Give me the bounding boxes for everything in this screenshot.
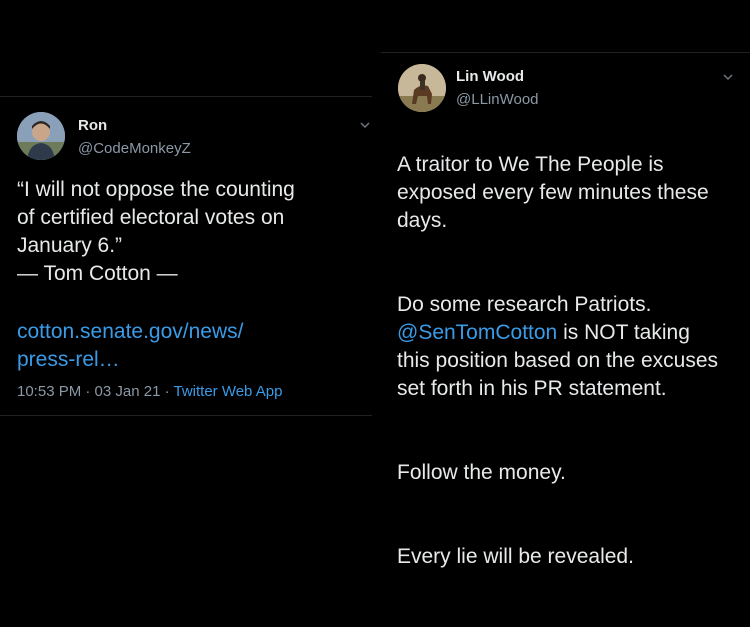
profile-photo-icon: [398, 64, 446, 112]
chevron-down-icon[interactable]: [358, 118, 372, 132]
tweet-paragraph: A traitor to We The People is exposed ev…: [397, 153, 709, 232]
avatar[interactable]: [398, 64, 446, 112]
tweet-paragraph: Every lie will be revealed.: [397, 545, 634, 568]
tweet-timestamp[interactable]: 10:53 PM · 03 Jan 21 ·: [17, 383, 173, 400]
tweet-card-lin-wood[interactable]: Lin Wood @LLinWood A traitor to We The P…: [381, 52, 750, 568]
tweet-source-app[interactable]: Twitter Web App: [173, 383, 282, 400]
tweet-card-ron[interactable]: Ron @CodeMonkeyZ “I will not oppose the …: [0, 96, 372, 416]
author-name[interactable]: Lin Wood: [456, 68, 524, 85]
tweet-text: A traitor to We The People is exposed ev…: [397, 123, 742, 627]
tweet-paragraph-intro: Do some research Patriots.: [397, 293, 652, 316]
tweet-meta: 10:53 PM · 03 Jan 21 · Twitter Web App: [17, 383, 282, 400]
tweet-paragraph: Follow the money.: [397, 461, 566, 484]
profile-photo-icon: [17, 112, 65, 160]
tweet-text: “I will not oppose the counting of certi…: [17, 178, 295, 285]
author-handle[interactable]: @CodeMonkeyZ: [78, 140, 191, 157]
author-name[interactable]: Ron: [78, 117, 107, 134]
chevron-down-icon[interactable]: [721, 70, 735, 84]
tweet-paragraph: Do some research Patriots. @SenTomCotton…: [397, 291, 742, 403]
mention-link[interactable]: @SenTomCotton: [397, 321, 557, 344]
avatar[interactable]: [17, 112, 65, 160]
tweet-link[interactable]: cotton.senate.gov/news/ press-rel…: [17, 318, 357, 374]
author-handle[interactable]: @LLinWood: [456, 91, 539, 108]
